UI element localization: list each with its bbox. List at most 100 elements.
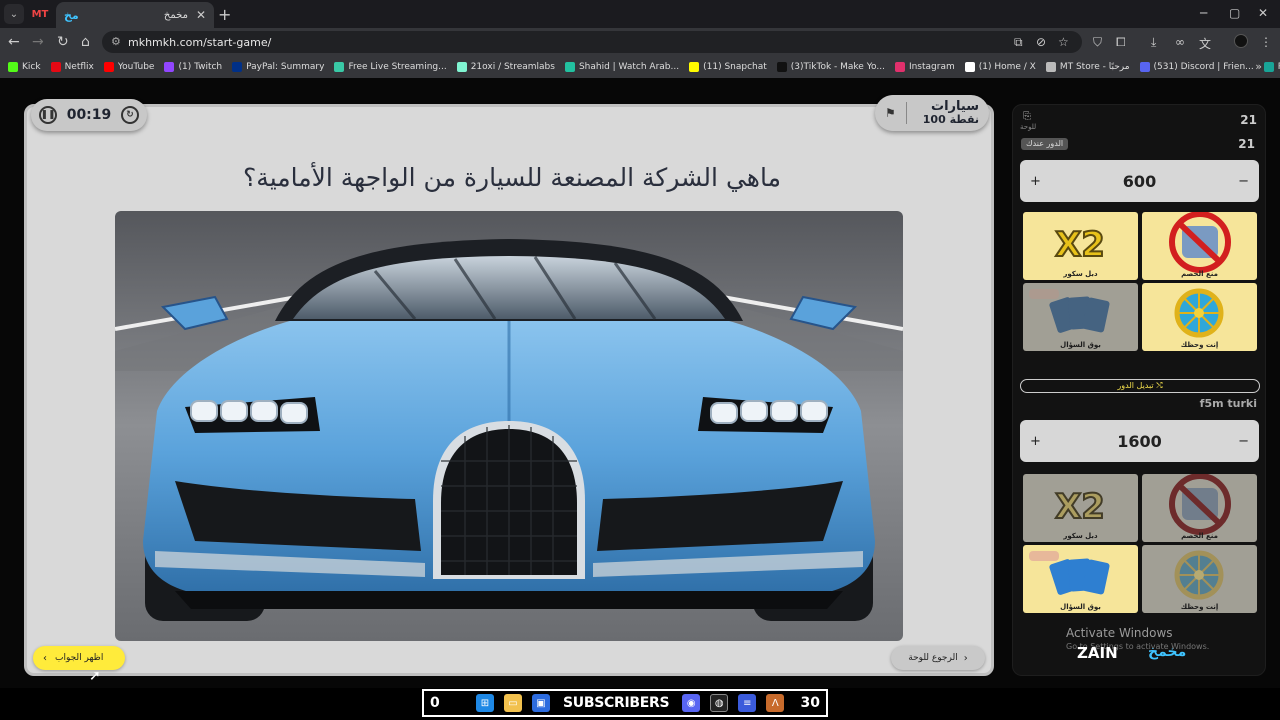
bookmark-item[interactable]: YouTube [103,62,155,72]
bookmark-label: (11) Snapchat [703,62,767,72]
powerup-label: منع الخصم [1181,270,1218,278]
switch-turn-button[interactable]: تبديل الدور ⤭ [1020,379,1260,393]
new-tab-button[interactable]: + [218,5,231,24]
forward-arrow-icon[interactable]: → [32,34,44,50]
install-app-icon[interactable]: ⧉ [1014,35,1023,50]
team2-powerup-block-opponent[interactable]: منع الخصم [1142,474,1257,542]
bookmarks-overflow-icon[interactable]: » [1255,60,1262,73]
bookmark-favicon-icon [964,62,975,72]
tracking-eye-icon[interactable]: ⊘ [1036,35,1046,49]
minimize-button[interactable]: ─ [1200,6,1207,20]
obs-icon[interactable]: ◍ [710,694,729,712]
extensions-puzzle-icon[interactable]: ⧠ [1116,35,1126,50]
tab-search-button[interactable]: ⌄ [4,4,24,24]
team1-powerup-question-cards[interactable]: بوق السؤال [1023,283,1138,351]
powerup-label: منع الخصم [1181,532,1218,540]
team2-decrease-button[interactable]: − [1238,434,1249,449]
home-icon[interactable]: ⌂ [81,34,90,50]
team2-powerup-question-cards[interactable]: بوق السؤال [1023,545,1138,613]
pause-icon[interactable]: ❚❚ [39,106,57,124]
bookmark-label: (3)TikTok - Make Yo... [790,62,885,72]
maximize-button[interactable]: ▢ [1229,6,1240,20]
bookmark-item[interactable]: Kick [8,62,41,72]
back-to-board-button[interactable]: الرجوع للوحة › [891,646,985,670]
bookmark-item[interactable]: Photopea | Online P... [1263,62,1280,72]
bookmark-item[interactable]: MT Store - مرحبًا [1045,62,1130,72]
store-icon[interactable]: ▣ [532,694,550,712]
back-arrow-icon[interactable]: ← [8,34,20,50]
bookmark-item[interactable]: (1) Twitch [164,62,222,72]
powerup-label: دبل سكور [1063,532,1098,540]
chevron-right-icon: › [963,652,968,664]
bookmark-item[interactable]: Shahid | Watch Arab... [564,62,679,72]
discord-icon[interactable]: ◉ [682,694,701,712]
show-answer-button[interactable]: ‹ اظهر الجواب [33,646,125,670]
team1-score-box: + 600 − [1020,160,1259,202]
bookmark-item[interactable]: (3)TikTok - Make Yo... [776,62,885,72]
window-close-button[interactable]: ✕ [1258,6,1268,20]
svg-text:X2: X2 [1055,225,1105,265]
bookmark-favicon-icon [334,62,345,72]
bookmark-item[interactable]: Free Live Streaming... [334,62,447,72]
exit-to-board-icon[interactable]: ⎘ [1023,111,1031,122]
category-pill: ⚑ سيارات 100 نقطة [875,95,989,131]
team1-powerup-luck-wheel[interactable]: إنت وحظك [1142,283,1257,351]
bookmark-item[interactable]: (1) Home / X [964,62,1036,72]
translate-icon[interactable]: 文 [1199,35,1211,52]
bookmark-item[interactable]: PayPal: Summary [232,62,324,72]
switch-turn-icon: ⤭ [1156,381,1163,390]
team2-powerup-luck-wheel[interactable]: إنت وحظك [1142,545,1257,613]
bookmark-star-icon[interactable]: ☆ [1058,35,1069,49]
bookmark-label: PayPal: Summary [246,62,325,72]
bookmark-item[interactable]: Instagram [894,62,955,72]
file-explorer-icon[interactable]: ▭ [504,694,522,712]
team2-increase-button[interactable]: + [1030,434,1041,449]
timer-text: 00:19 [66,107,112,123]
browser-menu-icon[interactable]: ⋮ [1260,35,1272,49]
bookmark-favicon-icon [164,62,175,72]
windows-start-icon[interactable]: ⊞ [476,694,494,712]
tab-close-icon[interactable]: ✕ [196,8,206,22]
reload-icon[interactable]: ↻ [57,34,69,50]
bookmark-favicon-icon [50,62,61,72]
show-answer-label: اظهر الجواب [55,653,104,663]
pinned-tab-mt[interactable]: MT [30,4,50,24]
bookmark-item[interactable]: (531) Discord | Frien... [1139,62,1254,72]
team1-score: 600 [1122,171,1157,191]
bookmark-item[interactable]: Netflix [50,62,94,72]
bookmark-label: YouTube [117,62,155,72]
activate-windows-title: Activate Windows [1066,626,1173,640]
team1-powerup-block-opponent[interactable]: منع الخصم [1142,212,1257,280]
bookmark-item[interactable]: (11) Snapchat [689,62,767,72]
right-counter: 30 [800,695,820,711]
site-info-icon[interactable]: ⚙ [111,35,121,48]
team1-powerups: X2 دبل سكور منع الخصم بوق السؤال إنت وحظ… [1023,212,1257,351]
report-flag-icon[interactable]: ⚑ [885,106,896,120]
team2-powerup-double-score[interactable]: X2 دبل سكور [1023,474,1138,542]
question-text: ماهي الشركة المصنعة للسيارة من الواجهة ا… [243,163,781,192]
stream-overlay-bar: 0 ⊞ ▭ ▣ SUBSCRIBERS ◉ ◍ ≡ Λ 30 [422,689,828,717]
address-bar[interactable]: ⚙ mkhmkh.com/start-game/ ⧉ ⊘ ☆ [102,31,1082,53]
browser-toolbar: ← → ↻ ⌂ ⚙ mkhmkh.com/start-game/ ⧉ ⊘ ☆ ⛉… [0,28,1280,56]
teams-panel: ⎘ للوحة 21 21 الدور عندك + 600 − X2 دبل … [1012,104,1266,676]
switch-turn-label: تبديل الدور [1117,381,1154,390]
settings-app-icon[interactable]: ≡ [738,694,757,712]
bookmark-item[interactable]: 21oxi / Streamlabs [456,62,555,72]
active-tab[interactable]: مخ مخمخ ✕ [56,2,214,28]
powerup-label: إنت وحظك [1180,341,1219,349]
bookmark-favicon-icon [689,62,700,72]
subscribers-label: SUBSCRIBERS [563,695,670,711]
powerup-label: بوق السؤال [1060,603,1101,611]
bookmark-favicon-icon [8,62,18,72]
profile-avatar[interactable] [1234,34,1248,48]
shield-extension-icon[interactable]: ⛉ [1093,35,1102,50]
team1-increase-button[interactable]: + [1030,174,1041,189]
link-extension-icon[interactable]: ∞ [1175,35,1185,49]
team1-decrease-button[interactable]: − [1238,174,1249,189]
app-shortcut-icon[interactable]: Λ [766,694,785,712]
team1-powerup-double-score[interactable]: X2 دبل سكور [1023,212,1138,280]
download-icon[interactable]: ⤓ [1151,35,1156,50]
bookmark-favicon-icon [564,62,575,72]
timer-pill: ❚❚ 00:19 ↻ [31,99,147,131]
reset-timer-icon[interactable]: ↻ [120,106,139,124]
